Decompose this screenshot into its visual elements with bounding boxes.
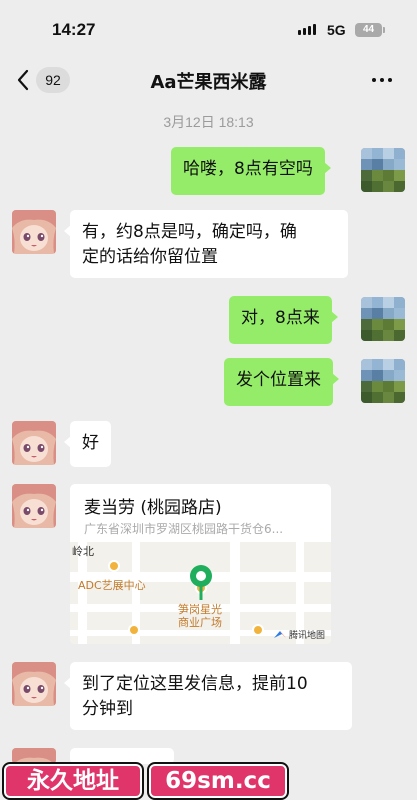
battery-icon: 44 — [355, 23, 385, 37]
my-avatar[interactable] — [361, 297, 405, 341]
message-text-line: 有，约8点是吗，确定吗，确 — [82, 222, 297, 242]
contact-avatar[interactable] — [12, 210, 56, 254]
map-poi-icon — [128, 624, 140, 636]
message-text: 好 — [82, 433, 99, 453]
pixelated-avatar-image — [361, 148, 405, 192]
message-timestamp: 3月12日 18:13 — [163, 114, 254, 130]
message-text-line: 分钟到 — [82, 699, 133, 719]
more-options-icon[interactable] — [372, 78, 392, 82]
contact-avatar[interactable] — [12, 748, 56, 764]
anime-girl-avatar-image — [12, 484, 56, 528]
chat-header: 92 Aa芒果西米露 — [0, 58, 417, 104]
message-text: 对，8点来 — [241, 308, 320, 328]
message-bubble-outgoing[interactable]: 对，8点来 — [229, 296, 338, 344]
location-map[interactable]: 岭北 ADC艺展中心 笋岗星光 商业广场 腾讯地图 — [70, 542, 331, 644]
message-bubble-incoming[interactable]: 有，约8点是吗，确定吗，确 定的话给你留位置 — [64, 210, 348, 278]
map-poi-icon — [108, 560, 120, 572]
contact-avatar[interactable] — [12, 421, 56, 465]
location-address: 广东省深圳市罗湖区桃园路干货仓6... — [84, 522, 284, 536]
message-text-line: 到了定位这里发信息，提前10 — [82, 674, 308, 694]
contact-avatar[interactable] — [12, 484, 56, 528]
battery-level: 44 — [362, 24, 375, 35]
location-pin-icon — [190, 565, 212, 600]
location-name: 麦当劳 (桃园路店) — [84, 498, 222, 518]
anime-girl-avatar-image — [12, 662, 56, 706]
tencent-map-icon — [274, 631, 286, 638]
message-bubble-outgoing[interactable]: 哈喽，8点有空吗 — [171, 147, 331, 195]
overlay-banner-left[interactable]: 永久地址 — [4, 764, 142, 798]
message-bubble-incoming[interactable]: 好 — [64, 421, 111, 467]
message-text: 发个位置来 — [236, 370, 321, 390]
map-label: 商业广场 — [178, 616, 222, 629]
message-bubble-incoming[interactable] — [64, 748, 174, 775]
message-text: 哈喽，8点有空吗 — [183, 159, 313, 179]
anime-girl-avatar-image — [12, 210, 56, 254]
overlay-banner-right[interactable]: 69sm.cc — [149, 764, 287, 798]
pixelated-avatar-image — [361, 297, 405, 341]
anime-girl-avatar-image — [12, 748, 56, 764]
signal-icon — [298, 24, 316, 35]
map-provider-name: 腾讯地图 — [289, 631, 326, 641]
map-provider-logo: 腾讯地图 — [274, 628, 325, 641]
map-label: ADC艺展中心 — [78, 579, 146, 592]
contact-avatar[interactable] — [12, 662, 56, 706]
message-bubble-outgoing[interactable]: 发个位置来 — [224, 358, 339, 406]
my-avatar[interactable] — [361, 359, 405, 403]
map-poi-icon — [252, 624, 264, 636]
location-card[interactable]: 麦当劳 (桃园路店) 广东省深圳市罗湖区桃园路干货仓6... 岭北 ADC艺展中… — [70, 484, 331, 644]
network-type: 5G — [327, 22, 346, 38]
pixelated-avatar-image — [361, 359, 405, 403]
status-bar: 14:27 5G 44 — [0, 0, 417, 58]
message-bubble-incoming[interactable]: 到了定位这里发信息，提前10 分钟到 — [64, 662, 352, 730]
anime-girl-avatar-image — [12, 421, 56, 465]
my-avatar[interactable] — [361, 148, 405, 192]
map-label: 岭北 — [72, 545, 94, 558]
status-time: 14:27 — [52, 20, 96, 39]
message-text-line: 定的话给你留位置 — [82, 247, 218, 267]
chat-title: Aa芒果西米露 — [150, 72, 267, 93]
